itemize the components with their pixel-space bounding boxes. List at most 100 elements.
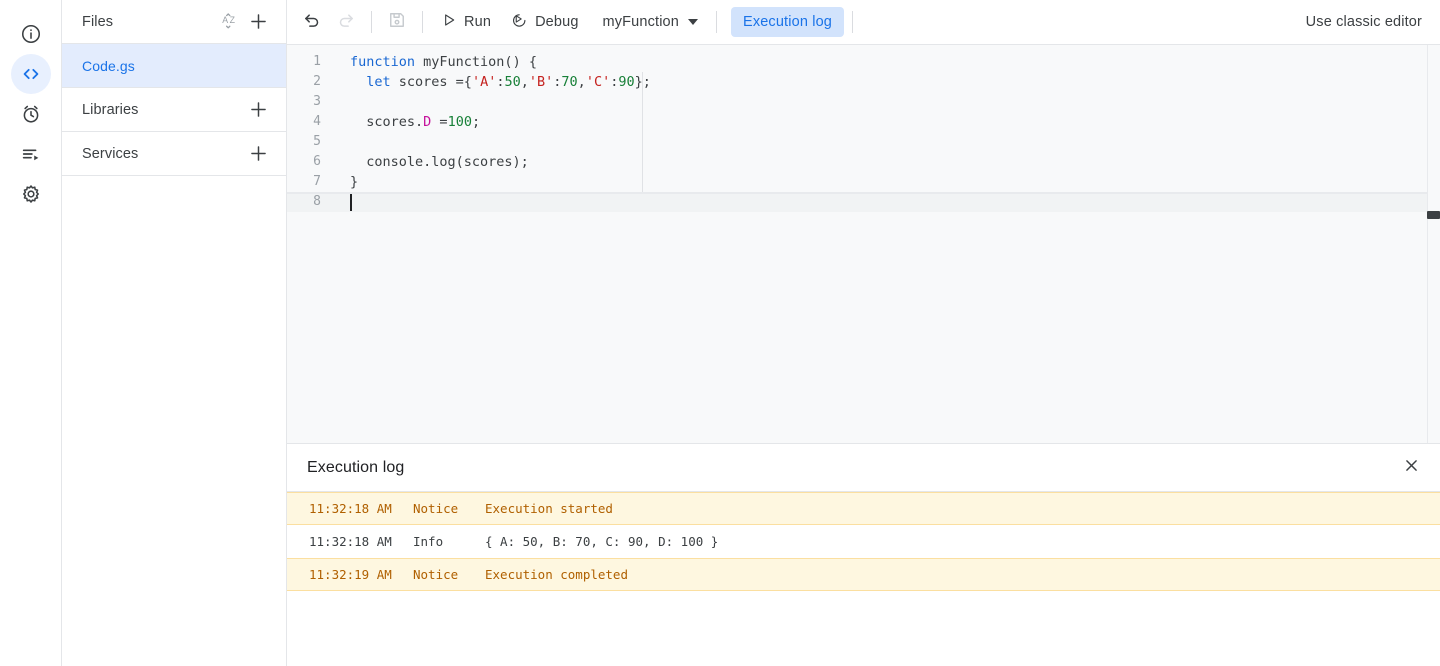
scrollbar-thumb[interactable] [1427,211,1440,219]
editor-vertical-scrollbar[interactable] [1427,45,1440,443]
token-text: scores. [350,114,424,130]
redo-button[interactable] [331,7,361,37]
close-icon [1403,457,1420,479]
token-punct: , [577,74,586,90]
chevron-down-icon [688,19,698,25]
token-number: 70 [561,74,578,90]
token-text: scores ={ [390,74,472,90]
log-timestamp: 11:32:18 AM [309,501,392,516]
svg-text:Z: Z [229,15,235,25]
close-log-button[interactable] [1396,453,1426,483]
rail-item-executions[interactable] [11,134,51,174]
save-button[interactable] [382,7,412,37]
run-button[interactable]: Run [431,7,501,37]
code-text: let scores ={'A':50,'B':70,'C':90}; [331,72,651,92]
add-service-button[interactable] [244,140,272,168]
log-severity: Info [413,534,444,549]
execution-log-title: Execution log [307,458,405,476]
rail-item-settings[interactable] [11,174,51,214]
code-line-5: 5 [287,132,1440,152]
add-file-button[interactable] [244,8,272,36]
log-message: Execution completed [485,567,628,582]
indent-guide [642,72,643,192]
line-number: 1 [313,54,321,69]
file-item-code-gs[interactable]: Code.gs [62,44,286,88]
token-string: 'C' [585,74,611,90]
rail-item-editor[interactable] [10,54,51,94]
line-number: 5 [313,134,321,149]
line-number: 7 [313,174,321,189]
add-library-button[interactable] [244,96,272,124]
files-section-header: Files A Z [62,0,286,44]
token-text: = [431,114,448,130]
executions-list-icon [20,143,42,165]
code-line-1: 1 function myFunction() { [287,52,1440,72]
main-column: Run Debug myFunction Execution log Use c… [287,0,1440,666]
rail-item-overview[interactable] [11,14,51,54]
token-number: 50 [504,74,521,90]
execution-log-panel: Execution log 11:32:18 AM Notice Executi… [287,444,1440,666]
sort-az-icon[interactable]: A Z [216,8,244,36]
log-message: Execution started [485,501,613,516]
function-name: myFunction [602,14,679,30]
line-number: 2 [313,74,321,89]
debug-button[interactable]: Debug [501,7,588,38]
toolbar-divider-3 [716,11,717,33]
function-selector[interactable]: myFunction [593,9,708,35]
line-number: 3 [313,94,321,109]
files-sidebar: Files A Z Code.gs Libraries Services [62,0,287,666]
alarm-clock-icon [20,103,42,125]
code-editor[interactable]: 1 function myFunction() { 2 let scores =… [287,45,1440,443]
code-line-6: 6 console.log(scores); [287,152,1440,172]
log-row: 11:32:18 AM Notice Execution started [287,492,1440,525]
log-timestamp: 11:32:18 AM [309,534,392,549]
gear-icon [20,183,42,205]
token-number: 100 [447,114,472,130]
line-number: 8 [313,194,321,209]
token-text: myFunction() { [415,54,537,70]
apps-script-editor: Files A Z Code.gs Libraries Services Run… [0,0,1440,666]
execution-log-header: Execution log [287,444,1440,492]
log-severity: Notice [413,567,459,582]
execution-log-tab[interactable]: Execution log [731,7,845,37]
rail-item-triggers[interactable] [11,94,51,134]
toolbar-divider-2 [422,11,423,33]
token-punct: ; [471,114,481,130]
log-timestamp: 11:32:19 AM [309,567,392,582]
log-severity: Notice [413,501,459,516]
toolbar-divider-1 [371,11,372,33]
token-string: 'B' [528,74,554,90]
log-row: 11:32:19 AM Notice Execution completed [287,558,1440,591]
libraries-section-header: Libraries [62,88,286,132]
token-string: 'A' [471,74,497,90]
code-text: } [350,174,359,190]
undo-icon [302,10,322,35]
undo-button[interactable] [297,7,327,37]
left-icon-rail [0,0,62,666]
sidebar-empty-area [62,176,286,666]
file-name: Code.gs [82,57,135,74]
log-message: { A: 50, B: 70, C: 90, D: 100 } [485,534,719,549]
debug-label: Debug [535,13,579,30]
redo-icon [336,10,356,35]
toolbar-divider-4 [852,11,854,33]
code-text: function myFunction() { [331,52,537,72]
debug-icon [511,12,528,33]
save-disk-icon [387,10,407,35]
text-cursor [350,193,352,211]
code-line-8: 8 [287,192,1440,212]
use-classic-editor-link[interactable]: Use classic editor [1302,8,1426,36]
line-number: 4 [313,114,321,129]
line-number: 6 [313,154,321,169]
services-title: Services [82,145,139,162]
code-line-7: 7 } [287,172,1440,192]
code-line-4: 4 scores.D =100; [287,112,1440,132]
token-keyword: let [366,74,391,90]
token-punct: , [520,74,529,90]
code-line-2: 2 let scores ={'A':50,'B':70,'C':90}; [287,72,1440,92]
code-editor-area[interactable]: 1 function myFunction() { 2 let scores =… [287,45,1440,444]
play-icon [441,12,457,32]
